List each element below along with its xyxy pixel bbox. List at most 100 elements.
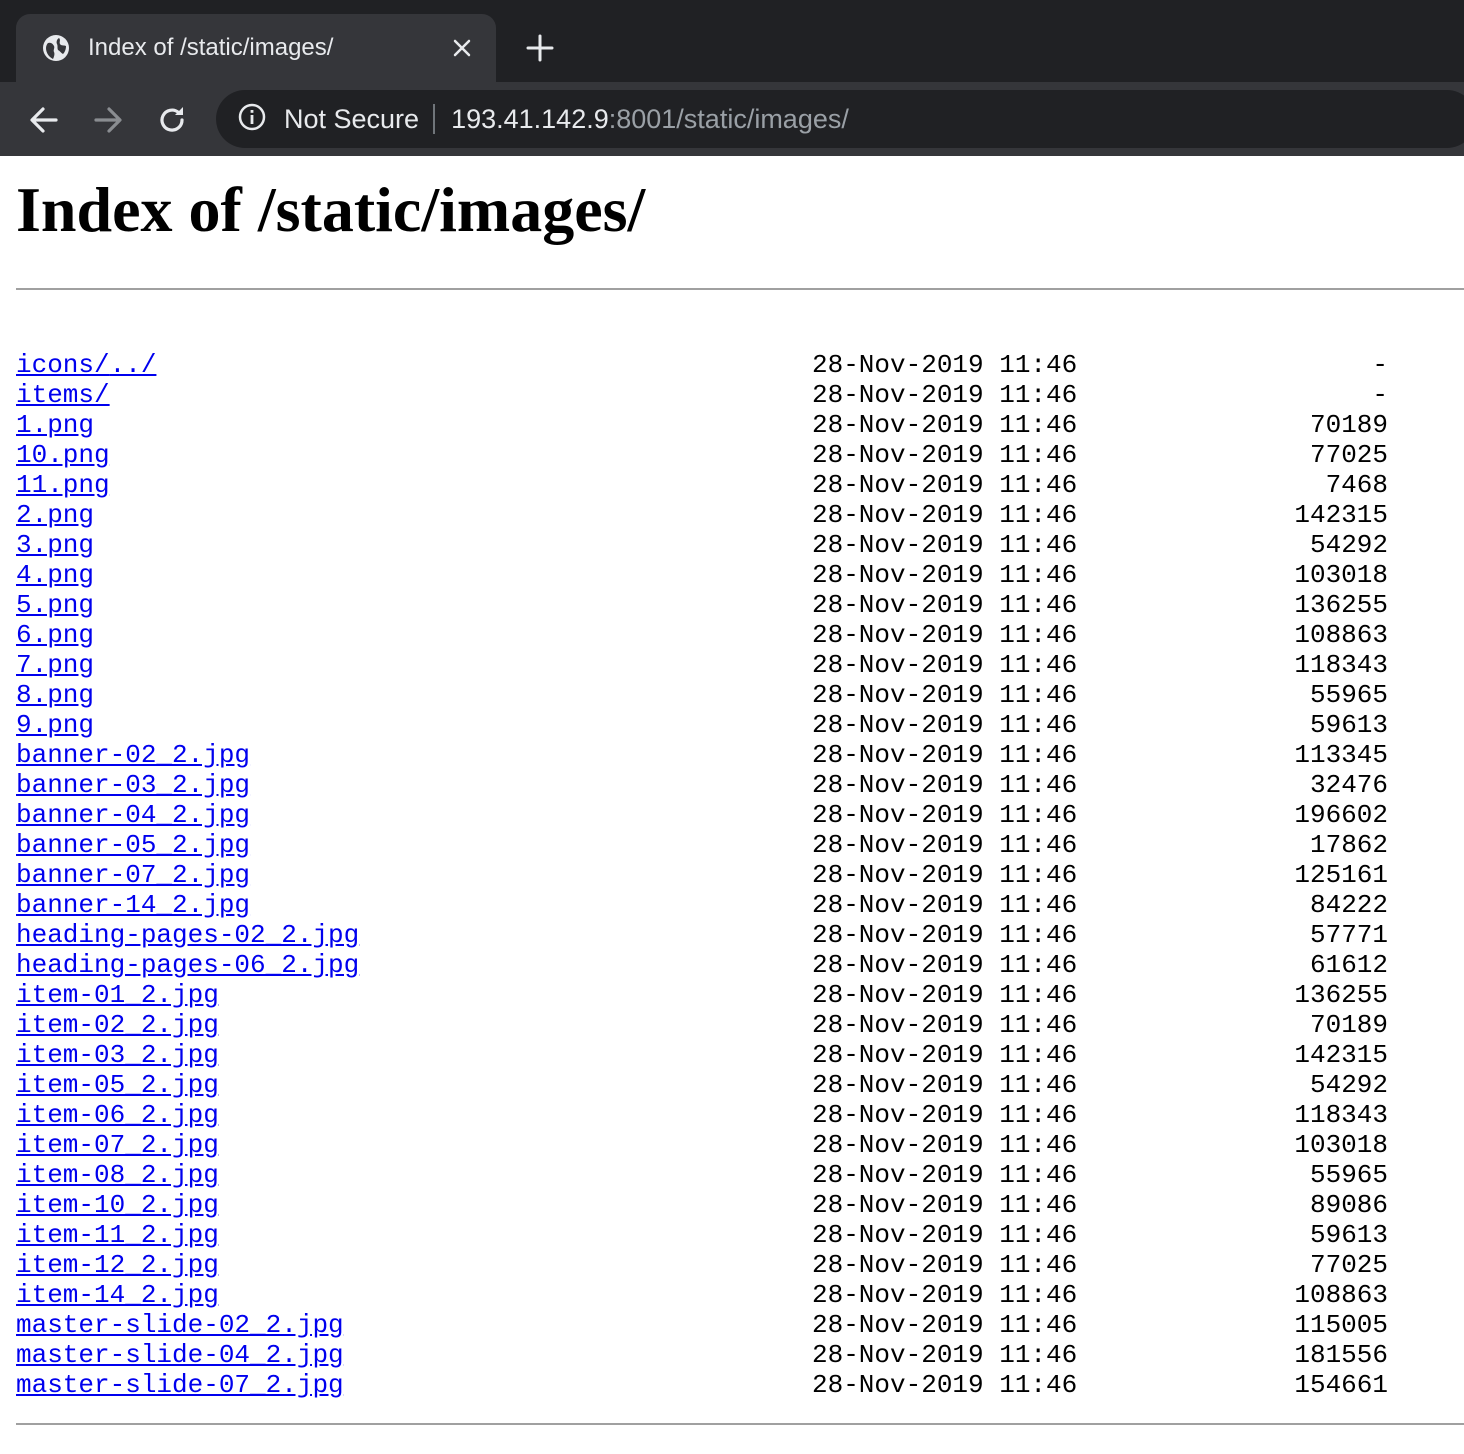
security-indicator[interactable]: Not Secure [238,103,419,136]
file-size: 115005 [1294,1310,1388,1340]
file-size: 59613 [1309,710,1388,740]
reload-icon[interactable] [152,100,192,140]
file-size: 103018 [1294,1130,1388,1160]
file-link[interactable]: 11.png [16,470,110,500]
file-date: 28-Nov-2019 11:46 [812,1370,1078,1400]
file-date: 28-Nov-2019 11:46 [812,650,1078,680]
list-item: item-05_2.jpg 28-Nov-2019 11:46 54292 [16,1070,1396,1100]
list-item: 2.png 28-Nov-2019 11:46 142315 [16,500,1396,530]
file-size: 181556 [1294,1340,1388,1370]
file-link[interactable]: item-08_2.jpg [16,1160,219,1190]
file-link[interactable]: item-11_2.jpg [16,1220,219,1250]
file-link[interactable]: item-05_2.jpg [16,1070,219,1100]
info-icon [238,103,266,136]
file-size: 70189 [1309,1010,1388,1040]
file-link[interactable]: item-12_2.jpg [16,1250,219,1280]
file-link[interactable]: banner-05_2.jpg [16,830,250,860]
file-link[interactable]: 1.png [16,410,94,440]
tab-title: Index of /static/images/ [88,34,334,61]
file-link[interactable]: master-slide-04_2.jpg [16,1340,344,1370]
arrow-left-icon[interactable] [24,100,64,140]
list-item: banner-04_2.jpg 28-Nov-2019 11:46 196602 [16,800,1396,830]
list-item: item-03_2.jpg 28-Nov-2019 11:46 142315 [16,1040,1396,1070]
file-date: 28-Nov-2019 11:46 [812,530,1078,560]
file-size: 55965 [1309,1160,1388,1190]
file-link[interactable]: heading-pages-02_2.jpg [16,920,359,950]
list-item: banner-02_2.jpg 28-Nov-2019 11:46 113345 [16,740,1396,770]
list-item: 4.png 28-Nov-2019 11:46 103018 [16,560,1396,590]
file-link[interactable]: banner-02_2.jpg [16,740,250,770]
file-date: 28-Nov-2019 11:46 [812,800,1078,830]
file-link[interactable]: item-07_2.jpg [16,1130,219,1160]
top-divider [16,288,1464,290]
file-date: 28-Nov-2019 11:46 [812,1040,1078,1070]
list-item: banner-05_2.jpg 28-Nov-2019 11:46 17862 [16,830,1396,860]
file-size: 196602 [1294,800,1388,830]
file-link[interactable]: master-slide-02_2.jpg [16,1310,344,1340]
bottom-divider [16,1423,1464,1425]
file-date: 28-Nov-2019 11:46 [812,710,1078,740]
file-date: 28-Nov-2019 11:46 [812,680,1078,710]
file-size: 154661 [1294,1370,1388,1400]
file-date: 28-Nov-2019 11:46 [812,440,1078,470]
file-link[interactable]: banner-04_2.jpg [16,800,250,830]
file-link[interactable]: 4.png [16,560,94,590]
file-link[interactable]: item-02_2.jpg [16,1010,219,1040]
file-date: 28-Nov-2019 11:46 [812,830,1078,860]
file-link[interactable]: items/ [16,380,110,410]
list-item: banner-03_2.jpg 28-Nov-2019 11:46 32476 [16,770,1396,800]
file-size: 59613 [1309,1220,1388,1250]
file-link[interactable]: 10.png [16,440,110,470]
file-size: - [1372,350,1388,380]
file-link[interactable]: 8.png [16,680,94,710]
file-link[interactable]: icons/ [16,350,110,380]
url-text[interactable]: 193.41.142.9:8001/static/images/ [451,104,849,135]
file-size: 17862 [1309,830,1388,860]
file-link[interactable]: 7.png [16,650,94,680]
file-date: 28-Nov-2019 11:46 [812,560,1078,590]
page-title: Index of /static/images/ [16,174,646,245]
file-date: 28-Nov-2019 11:46 [812,620,1078,650]
file-link[interactable]: master-slide-07_2.jpg [16,1370,344,1400]
file-link[interactable]: banner-03_2.jpg [16,770,250,800]
file-link[interactable]: 2.png [16,500,94,530]
arrow-right-icon[interactable] [88,100,128,140]
list-item: ../ [16,320,1396,380]
list-item: 3.png 28-Nov-2019 11:46 54292 [16,530,1396,560]
file-link[interactable]: 9.png [16,710,94,740]
file-link[interactable]: item-03_2.jpg [16,1040,219,1070]
file-size: 89086 [1309,1190,1388,1220]
list-item: icons/28-Nov-2019 11:46 - [16,350,1396,380]
file-size: 103018 [1294,560,1388,590]
file-link[interactable]: item-06_2.jpg [16,1100,219,1130]
file-link[interactable]: 6.png [16,620,94,650]
url-path: :8001/static/images/ [608,103,849,134]
file-size: 55965 [1309,680,1388,710]
file-size: 57771 [1309,920,1388,950]
file-link[interactable]: 5.png [16,590,94,620]
file-date: 28-Nov-2019 11:46 [812,1280,1078,1310]
file-link[interactable]: banner-14_2.jpg [16,890,250,920]
plus-icon[interactable] [524,32,556,64]
file-link[interactable]: heading-pages-06_2.jpg [16,950,359,980]
omnibox-divider [433,104,436,134]
list-item: item-07_2.jpg 28-Nov-2019 11:46 103018 [16,1130,1396,1160]
list-item: item-01_2.jpg 28-Nov-2019 11:46 136255 [16,980,1396,1010]
list-item: 9.png 28-Nov-2019 11:46 59613 [16,710,1396,740]
file-link[interactable]: banner-07_2.jpg [16,860,250,890]
address-bar[interactable]: Not Secure 193.41.142.9:8001/static/imag… [216,90,1464,148]
file-date: 28-Nov-2019 11:46 [812,1310,1078,1340]
close-icon[interactable] [448,34,476,62]
file-date: 28-Nov-2019 11:46 [812,1130,1078,1160]
security-label: Not Secure [284,103,420,134]
file-size: 136255 [1294,590,1388,620]
file-size: 118343 [1294,650,1388,680]
browser-tab[interactable]: Index of /static/images/ [16,14,496,82]
file-size: 7468 [1325,470,1388,500]
list-item: item-14_2.jpg 28-Nov-2019 11:46 108863 [16,1280,1396,1310]
file-link[interactable]: item-01_2.jpg [16,980,219,1010]
file-size: 61612 [1309,950,1388,980]
file-link[interactable]: item-14_2.jpg [16,1280,219,1310]
file-link[interactable]: item-10_2.jpg [16,1190,219,1220]
file-link[interactable]: 3.png [16,530,94,560]
